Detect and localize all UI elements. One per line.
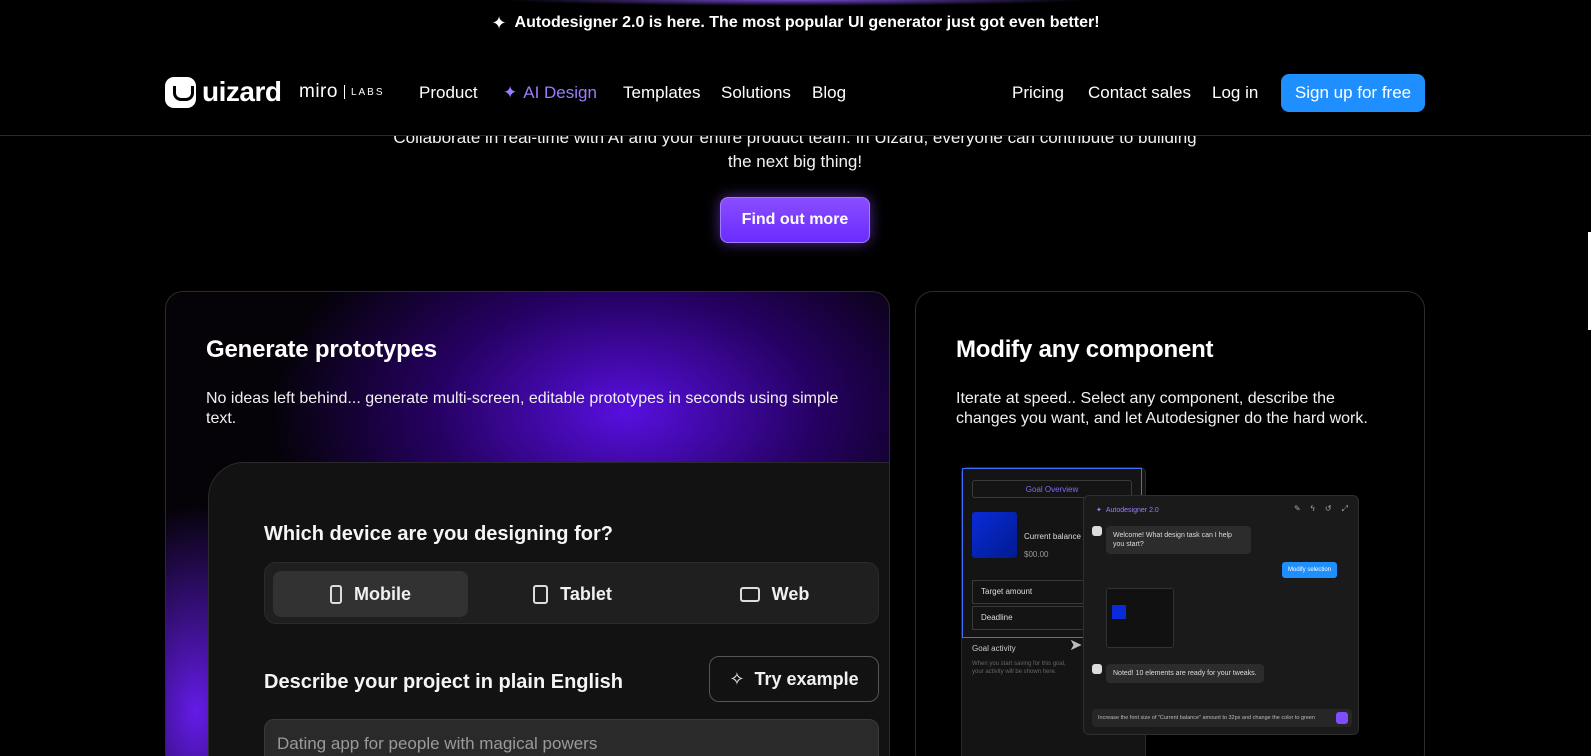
nav-blog[interactable]: Blog bbox=[812, 83, 846, 103]
describe-project-label: Describe your project in plain English bbox=[264, 671, 623, 693]
logo-divider bbox=[343, 85, 345, 99]
bot-avatar bbox=[1092, 526, 1102, 536]
nav-product[interactable]: Product bbox=[419, 83, 478, 103]
card-description: Iterate at speed.. Select any component,… bbox=[956, 389, 1368, 429]
nav-ai-design-label: AI Design bbox=[523, 83, 597, 102]
site-header: uizard miro LABS Product ✦ AI Design Tem… bbox=[0, 46, 1591, 136]
tablet-icon bbox=[533, 584, 549, 604]
project-prompt-input[interactable]: Dating app for people with magical power… bbox=[264, 719, 879, 756]
chat-input[interactable]: Increase the font size of "Current balan… bbox=[1092, 709, 1352, 727]
bolt-icon: ϟ bbox=[1310, 504, 1315, 513]
autodesigner-chat-panel: ✦ Autodesigner 2.0 ✎ ϟ ↺ ⤢ Welcome! What… bbox=[1083, 495, 1359, 735]
card-title: Modify any component bbox=[956, 336, 1214, 363]
sparkle-icon: ✦ bbox=[491, 12, 507, 33]
miro-text: miro bbox=[299, 81, 338, 102]
nav-ai-design[interactable]: ✦ AI Design bbox=[503, 83, 597, 103]
balance-label: Current balance bbox=[1024, 532, 1081, 541]
history-icon: ↺ bbox=[1324, 504, 1332, 513]
mobile-icon bbox=[330, 584, 342, 604]
edit-icon: ✎ bbox=[1293, 504, 1301, 513]
preview-thumbnail bbox=[1106, 588, 1174, 648]
goal-activity-label: Goal activity bbox=[972, 644, 1016, 653]
device-label: Mobile bbox=[354, 583, 411, 604]
uizard-logo[interactable]: uizard bbox=[165, 76, 282, 108]
description-line: changes you want, and let Autodesigner d… bbox=[956, 410, 1368, 427]
device-option-tablet[interactable]: Tablet bbox=[475, 571, 670, 617]
sparkle-icon: ✦ bbox=[503, 83, 518, 102]
device-selector: Mobile Tablet Web bbox=[264, 562, 879, 624]
miro-labs-logo: miro LABS bbox=[299, 81, 385, 103]
nav-solutions[interactable]: Solutions bbox=[721, 83, 791, 103]
signup-button[interactable]: Sign up for free bbox=[1281, 74, 1425, 112]
cursor-icon: ➤ bbox=[1069, 637, 1083, 654]
prototype-generator-mockup: Which device are you designing for? Mobi… bbox=[208, 462, 889, 756]
expand-icon: ⤢ bbox=[1341, 504, 1348, 513]
nav-templates[interactable]: Templates bbox=[623, 83, 700, 103]
card-description: No ideas left behind... generate multi-s… bbox=[206, 390, 839, 427]
logo-text: uizard bbox=[202, 76, 282, 107]
chat-header: ✦ Autodesigner 2.0 bbox=[1096, 506, 1159, 515]
uizard-logo-icon bbox=[165, 76, 196, 108]
balance-card-image bbox=[972, 512, 1017, 558]
try-example-button[interactable]: ✧ Try example bbox=[709, 656, 879, 702]
bot-avatar bbox=[1092, 664, 1102, 674]
device-label: Tablet bbox=[560, 583, 612, 604]
card-title: Generate prototypes bbox=[206, 336, 437, 363]
announcement-bar[interactable]: ✦ Autodesigner 2.0 is here. The most pop… bbox=[0, 0, 1591, 46]
result-message: Noted! 10 elements are ready for your tw… bbox=[1106, 664, 1264, 683]
nav-contact-sales[interactable]: Contact sales bbox=[1088, 83, 1191, 103]
chat-toolbar: ✎ ϟ ↺ ⤢ bbox=[1294, 504, 1348, 514]
send-icon[interactable] bbox=[1336, 712, 1348, 724]
sparkle-icon: ✦ bbox=[1096, 507, 1102, 514]
device-option-mobile[interactable]: Mobile bbox=[273, 571, 468, 617]
welcome-message: Welcome! What design task can I help you… bbox=[1106, 526, 1251, 554]
chat-title: Autodesigner 2.0 bbox=[1105, 506, 1159, 514]
device-option-web[interactable]: Web bbox=[677, 571, 872, 617]
try-example-label: Try example bbox=[754, 668, 859, 689]
find-out-more-button[interactable]: Find out more bbox=[720, 197, 870, 243]
device-label: Web bbox=[771, 583, 810, 604]
magic-wand-icon: ✧ bbox=[729, 668, 745, 689]
description-line: Iterate at speed.. Select any component,… bbox=[956, 390, 1335, 407]
modify-selection-chip: Modify selection bbox=[1282, 562, 1338, 578]
monitor-icon bbox=[739, 586, 760, 602]
device-question: Which device are you designing for? bbox=[264, 523, 613, 545]
chat-input-text: Increase the font size of "Current balan… bbox=[1098, 715, 1316, 721]
nav-pricing[interactable]: Pricing bbox=[1012, 83, 1064, 103]
activity-note: When you start saving for this goal, you… bbox=[972, 661, 1066, 675]
announcement-text: Autodesigner 2.0 is here. The most popul… bbox=[514, 14, 1100, 31]
balance-value: $00.00 bbox=[1024, 550, 1049, 559]
labs-text: LABS bbox=[350, 86, 385, 98]
nav-login[interactable]: Log in bbox=[1212, 83, 1258, 103]
modify-component-card: Modify any component Iterate at speed.. … bbox=[915, 291, 1425, 756]
generate-prototypes-card: Generate prototypes No ideas left behind… bbox=[165, 291, 890, 756]
component-editor-mockup: Goal Overview Current balance $00.00 Tar… bbox=[961, 467, 1361, 756]
